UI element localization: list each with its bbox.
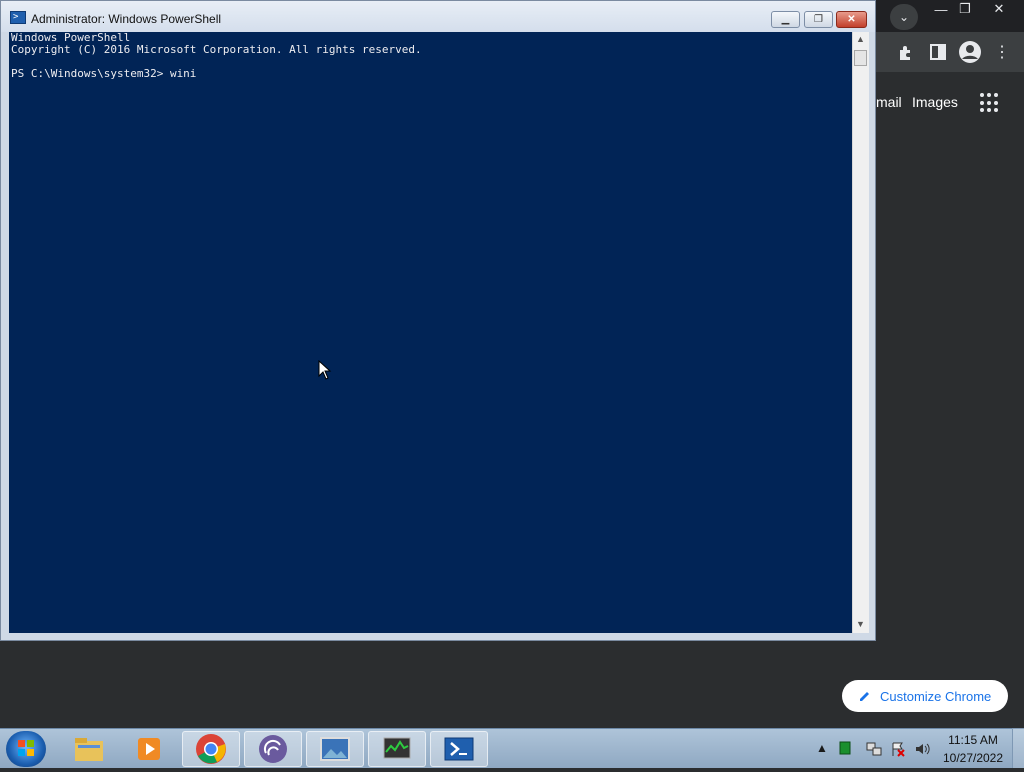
images-link[interactable]: Images [912, 94, 958, 110]
minimize-button[interactable]: ▁ [771, 11, 800, 28]
taskbar: ▲ [0, 728, 1024, 768]
taskbar-task-manager[interactable] [368, 731, 426, 767]
start-button[interactable] [6, 731, 46, 767]
show-hidden-icons-icon[interactable]: ▲ [816, 741, 828, 755]
clock-time[interactable]: 11:15 AM [946, 733, 1000, 747]
tray-app-icon[interactable] [839, 741, 851, 755]
taskbar-photo-viewer[interactable] [306, 731, 364, 767]
customize-chrome-label: Customize Chrome [880, 688, 992, 704]
clock-date[interactable]: 10/27/2022 [940, 751, 1006, 765]
taskbar-file-explorer[interactable] [60, 731, 118, 767]
action-center-flag-icon[interactable] [890, 741, 906, 757]
scroll-down-arrow-icon[interactable]: ▼ [856, 619, 865, 629]
volume-speaker-icon[interactable] [914, 741, 930, 757]
mouse-cursor-icon [318, 360, 332, 380]
profile-avatar-icon[interactable] [958, 40, 982, 64]
tab-search-chevron-icon[interactable]: ⌄ [890, 4, 918, 30]
console-scrollbar[interactable]: ▲ ▼ [852, 32, 869, 633]
console-output[interactable]: Windows PowerShell Copyright (C) 2016 Mi… [9, 32, 852, 633]
scroll-thumb[interactable] [854, 50, 867, 66]
network-icon[interactable] [866, 741, 882, 757]
taskbar-chrome[interactable] [182, 731, 240, 767]
pencil-icon [860, 692, 869, 701]
chrome-restore-button[interactable]: ❐ [950, 0, 980, 18]
taskbar-media-player[interactable] [120, 731, 178, 767]
gmail-link[interactable]: mail [876, 94, 902, 110]
side-panel-icon[interactable] [926, 40, 950, 64]
scroll-up-arrow-icon[interactable]: ▲ [856, 34, 865, 44]
powershell-app-icon [444, 737, 474, 761]
task-manager-icon [383, 737, 411, 759]
show-desktop-button[interactable] [1012, 728, 1024, 768]
torrent-icon [259, 735, 287, 763]
google-apps-grid-icon[interactable] [980, 93, 1000, 113]
extensions-puzzle-icon[interactable] [894, 40, 918, 64]
powershell-icon: > [10, 11, 26, 24]
folder-icon [75, 738, 103, 761]
customize-chrome-button[interactable]: Customize Chrome [842, 680, 1008, 712]
powershell-window: > Administrator: Windows PowerShell ▁ ❐ … [0, 0, 876, 641]
media-player-icon [138, 738, 160, 760]
photo-viewer-icon [320, 737, 350, 761]
chrome-menu-kebab-icon[interactable]: ⋮ [990, 40, 1014, 64]
taskbar-torrent-client[interactable] [244, 731, 302, 767]
windows-logo-icon [18, 740, 34, 756]
close-button[interactable]: ✕ [836, 11, 867, 28]
chrome-icon [196, 734, 226, 764]
console-prompt-line: PS C:\Windows\system32> wini [11, 67, 197, 80]
powershell-titlebar[interactable]: > Administrator: Windows PowerShell ▁ ❐ … [1, 1, 875, 32]
chrome-close-button[interactable]: ✕ [984, 0, 1014, 18]
maximize-button[interactable]: ❐ [804, 11, 833, 28]
window-title: Administrator: Windows PowerShell [31, 12, 222, 26]
taskbar-powershell[interactable] [430, 731, 488, 767]
console-line: Copyright (C) 2016 Microsoft Corporation… [11, 43, 422, 56]
